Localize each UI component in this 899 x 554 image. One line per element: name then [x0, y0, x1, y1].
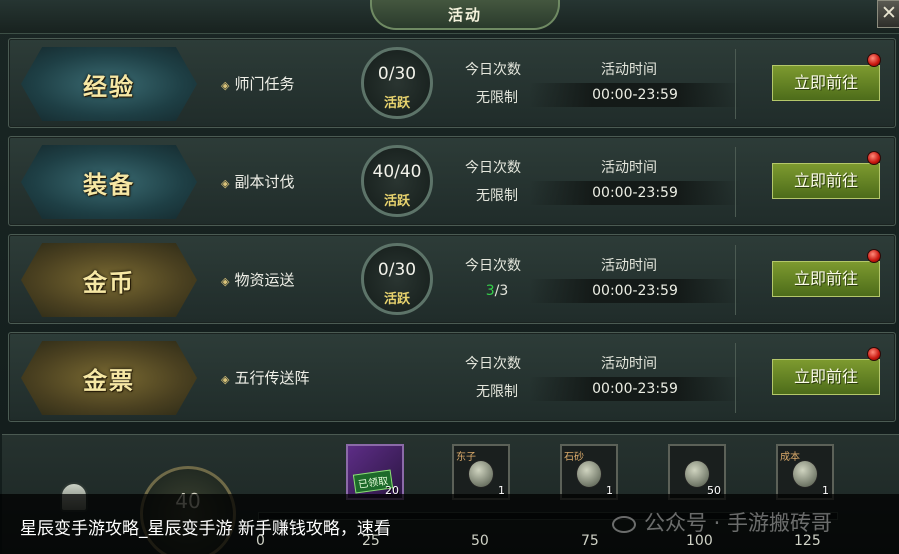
notification-dot-icon — [867, 151, 881, 165]
go-now-button[interactable]: 立即前往 — [772, 261, 880, 297]
notification-dot-icon — [867, 53, 881, 67]
activity-window: 活动 ✕ 经验 ◈ 师门任务 0/30 活跃 今日次数 无限制 活动时间 00:0… — [0, 0, 899, 554]
reward-chest-4[interactable]: 50 — [668, 444, 726, 500]
caption-text: 星辰变手游攻略_星辰变手游 新手赚钱攻略，速看 — [20, 519, 391, 539]
task-label: 物资运送 — [234, 271, 295, 289]
category-tag: 装备 — [21, 145, 197, 219]
category-label: 经验 — [83, 71, 135, 101]
activity-time-header: 活动时间 — [601, 258, 657, 274]
activity-points-label: 活跃 — [383, 292, 410, 307]
reward-tag: 石砂 — [564, 452, 584, 463]
category-label: 装备 — [83, 169, 135, 199]
activity-points-medal: 0/30 活跃 — [361, 243, 433, 315]
reward-chest-1[interactable]: 已领取 20 — [346, 444, 404, 500]
diamond-bullet-icon: ◈ — [221, 373, 230, 386]
task-name: ◈ 五行传送阵 — [221, 367, 309, 388]
activity-points-medal: 0/30 活跃 — [361, 47, 433, 119]
diamond-bullet-icon: ◈ — [221, 275, 230, 288]
character-token-icon — [468, 460, 494, 488]
milestone-label: 100 — [686, 533, 713, 549]
activity-points-medal: 40/40 活跃 — [361, 145, 433, 217]
task-label: 副本讨伐 — [234, 173, 295, 191]
milestone-label: 0 — [256, 533, 265, 549]
daily-count-value: 无限制 — [476, 384, 518, 400]
daily-count-value: 无限制 — [476, 188, 518, 204]
title-ornament: 活动 — [370, 0, 560, 30]
activity-time-header: 活动时间 — [601, 160, 657, 176]
category-label: 金币 — [83, 267, 135, 297]
task-name: ◈ 师门任务 — [221, 73, 294, 94]
category-tag: 金票 — [21, 341, 197, 415]
activity-points-value: 0/30 — [377, 260, 417, 280]
row-divider — [735, 147, 736, 217]
activity-time-header: 活动时间 — [601, 356, 657, 372]
activity-points-label: 活跃 — [383, 194, 410, 209]
activity-time-value: 00:00-23:59 — [529, 83, 741, 107]
daily-count-value: 3/3 — [465, 283, 529, 299]
activity-points-label: 活跃 — [383, 96, 410, 111]
activity-row-ticket: 金票 ◈ 五行传送阵 今日次数 无限制 活动时间 00:00-23:59 立即前往 — [8, 332, 896, 422]
daily-count-header: 今日次数 — [465, 160, 521, 176]
task-label: 师门任务 — [234, 75, 295, 93]
row-divider — [735, 343, 736, 413]
activity-row-equipment: 装备 ◈ 副本讨伐 40/40 活跃 今日次数 无限制 活动时间 00:00-23… — [8, 136, 896, 226]
daily-count-value: 无限制 — [476, 90, 518, 106]
activity-time-header: 活动时间 — [601, 62, 657, 78]
activity-row-gold: 金币 ◈ 物资运送 0/30 活跃 今日次数 3/3 活动时间 00:00-23:… — [8, 234, 896, 324]
close-button[interactable]: ✕ — [877, 0, 899, 28]
daily-count-header: 今日次数 — [465, 62, 521, 78]
go-now-button[interactable]: 立即前往 — [772, 163, 880, 199]
milestone-label: 50 — [471, 533, 489, 549]
task-label: 五行传送阵 — [234, 369, 310, 387]
activity-row-exp: 经验 ◈ 师门任务 0/30 活跃 今日次数 无限制 活动时间 00:00-23:… — [8, 38, 896, 128]
daily-count-header: 今日次数 — [465, 356, 521, 372]
window-titlebar: 活动 — [0, 0, 899, 34]
task-name: ◈ 物资运送 — [221, 269, 294, 290]
reward-tag: 东子 — [456, 452, 476, 463]
category-tag: 经验 — [21, 47, 197, 121]
notification-dot-icon — [867, 249, 881, 263]
milestone-label: 125 — [794, 533, 821, 549]
character-token-icon — [576, 460, 602, 488]
diamond-bullet-icon: ◈ — [221, 177, 230, 190]
row-divider — [735, 49, 736, 119]
activity-time-value: 00:00-23:59 — [529, 377, 741, 401]
reward-tag: 成本 — [780, 452, 800, 463]
reward-chest-2[interactable]: 东子 1 — [452, 444, 510, 500]
activity-time-value: 00:00-23:59 — [529, 279, 741, 303]
go-now-button[interactable]: 立即前往 — [772, 65, 880, 101]
activity-points-value: 40/40 — [372, 162, 422, 182]
notification-dot-icon — [867, 347, 881, 361]
activity-time-value: 00:00-23:59 — [529, 181, 741, 205]
window-title: 活动 — [447, 6, 482, 24]
milestone-label: 25 — [362, 533, 380, 549]
row-divider — [735, 245, 736, 315]
diamond-bullet-icon: ◈ — [221, 79, 230, 92]
daily-count-done: 3 — [485, 283, 495, 299]
milestone-label: 75 — [581, 533, 599, 549]
wechat-icon — [612, 515, 636, 533]
daily-count-header: 今日次数 — [465, 258, 521, 274]
daily-count-total: /3 — [494, 283, 509, 299]
task-name: ◈ 副本讨伐 — [221, 171, 294, 192]
character-token-icon — [792, 460, 818, 488]
reward-chest-5[interactable]: 成本 1 — [776, 444, 834, 500]
go-now-button[interactable]: 立即前往 — [772, 359, 880, 395]
category-label: 金票 — [83, 365, 135, 395]
activity-points-value: 0/30 — [377, 64, 417, 84]
reward-chest-3[interactable]: 石砂 1 — [560, 444, 618, 500]
category-tag: 金币 — [21, 243, 197, 317]
watermark-text: 公众号 · 手游搬砖哥 — [644, 511, 833, 535]
